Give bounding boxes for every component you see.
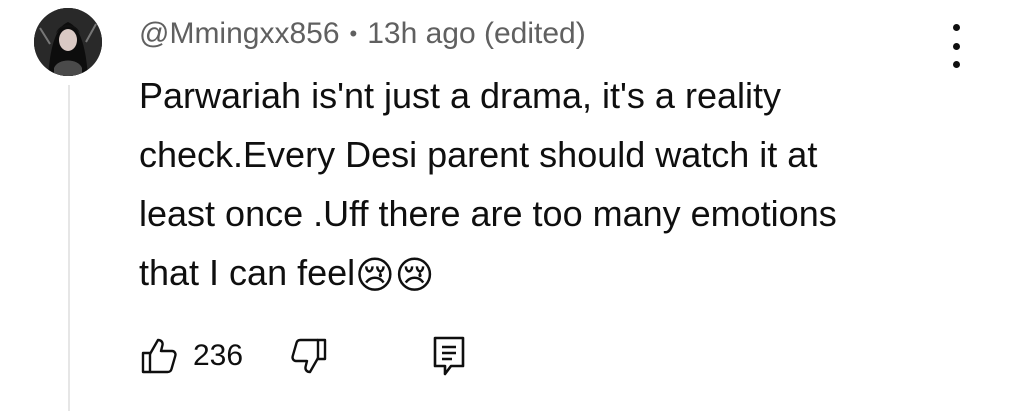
dislike-button[interactable] (289, 336, 329, 376)
like-count: 236 (193, 339, 244, 372)
comment-actions: 236 (139, 334, 467, 378)
comment-header: @Mmingxx856 • 13h ago (edited) (139, 14, 586, 54)
comment-line: that I can feel (139, 252, 356, 293)
crying-face-emoji: 😢 (394, 253, 435, 297)
thumbs-down-icon (291, 338, 327, 374)
more-vert-icon (952, 24, 960, 31)
author-name[interactable]: @Mmingxx856 (139, 17, 340, 51)
more-vert-icon-dot (952, 42, 960, 50)
comment-text: Parwariah is'nt just a drama, it's a rea… (139, 66, 939, 302)
reply-button[interactable] (431, 334, 467, 378)
like-button[interactable] (139, 336, 179, 376)
more-vert-icon-dot (952, 61, 960, 68)
avatar[interactable] (34, 8, 102, 76)
thumbs-up-icon (141, 338, 177, 374)
thread-line (68, 85, 70, 411)
comment-timestamp[interactable]: 13h ago (edited) (367, 17, 586, 51)
crying-face-emoji: 😢 (355, 253, 395, 297)
comment-line: Parwariah is'nt just a drama, it's a rea… (139, 75, 781, 116)
comment-line: check.Every Desi parent should watch it … (139, 134, 818, 175)
separator-dot: • (349, 21, 358, 46)
comment-line: least once .Uff there are too many emoti… (139, 193, 837, 234)
more-options-button[interactable] (940, 24, 972, 68)
reply-comment-icon (433, 336, 465, 376)
avatar-image (34, 8, 102, 76)
